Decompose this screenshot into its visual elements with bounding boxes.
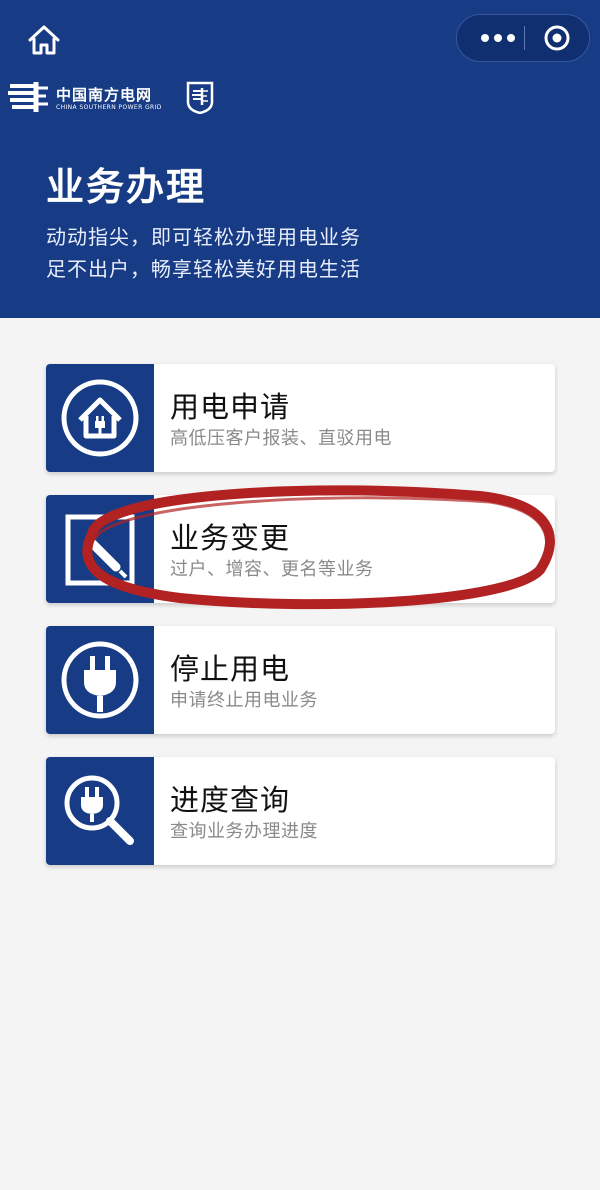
more-dots-icon[interactable]	[473, 24, 523, 52]
subtitle-line-1: 动动指尖，即可轻松办理用电业务	[46, 225, 361, 249]
service-desc: 查询业务办理进度	[170, 821, 318, 842]
service-card-progress[interactable]: 进度查询 查询业务办理进度	[46, 757, 555, 865]
csg-badge-icon	[186, 81, 214, 114]
service-icon-panel	[46, 626, 154, 734]
service-icon-panel	[46, 757, 154, 865]
service-card-change[interactable]: 业务变更 过户、增容、更名等业务	[46, 495, 555, 603]
header-banner: 中国南方电网 CHINA SOUTHERN POWER GRID 业务办理 动动…	[0, 0, 600, 318]
logo-text-en: CHINA SOUTHERN POWER GRID	[56, 104, 162, 111]
logo-text-cn: 中国南方电网	[56, 86, 153, 104]
service-title: 业务变更	[170, 521, 291, 555]
home-icon[interactable]	[22, 20, 66, 60]
service-title: 停止用电	[170, 652, 291, 686]
mini-program-capsule	[456, 14, 590, 62]
close-circle-icon[interactable]	[542, 23, 572, 53]
plug-icon	[61, 641, 139, 719]
subtitle-line-2: 足不出户，畅享轻松美好用电生活	[46, 257, 361, 281]
csg-logo: 中国南方电网 CHINA SOUTHERN POWER GRID	[8, 80, 218, 116]
capsule-divider	[524, 26, 525, 50]
service-icon-panel	[46, 364, 154, 472]
magnifier-plug-icon	[64, 775, 134, 845]
service-icon-panel	[46, 495, 154, 603]
service-title: 用电申请	[170, 390, 291, 424]
service-desc: 高低压客户报装、直驳用电	[170, 428, 392, 449]
service-desc: 过户、增容、更名等业务	[170, 559, 374, 580]
house-plug-icon	[61, 379, 139, 457]
csg-logo-mark-icon	[8, 82, 48, 112]
service-card-stop[interactable]: 停止用电 申请终止用电业务	[46, 626, 555, 734]
service-card-apply[interactable]: 用电申请 高低压客户报装、直驳用电	[46, 364, 555, 472]
service-desc: 申请终止用电业务	[170, 690, 318, 711]
edit-document-icon	[65, 514, 135, 586]
service-title: 进度查询	[170, 783, 291, 817]
page-title: 业务办理	[46, 165, 207, 209]
